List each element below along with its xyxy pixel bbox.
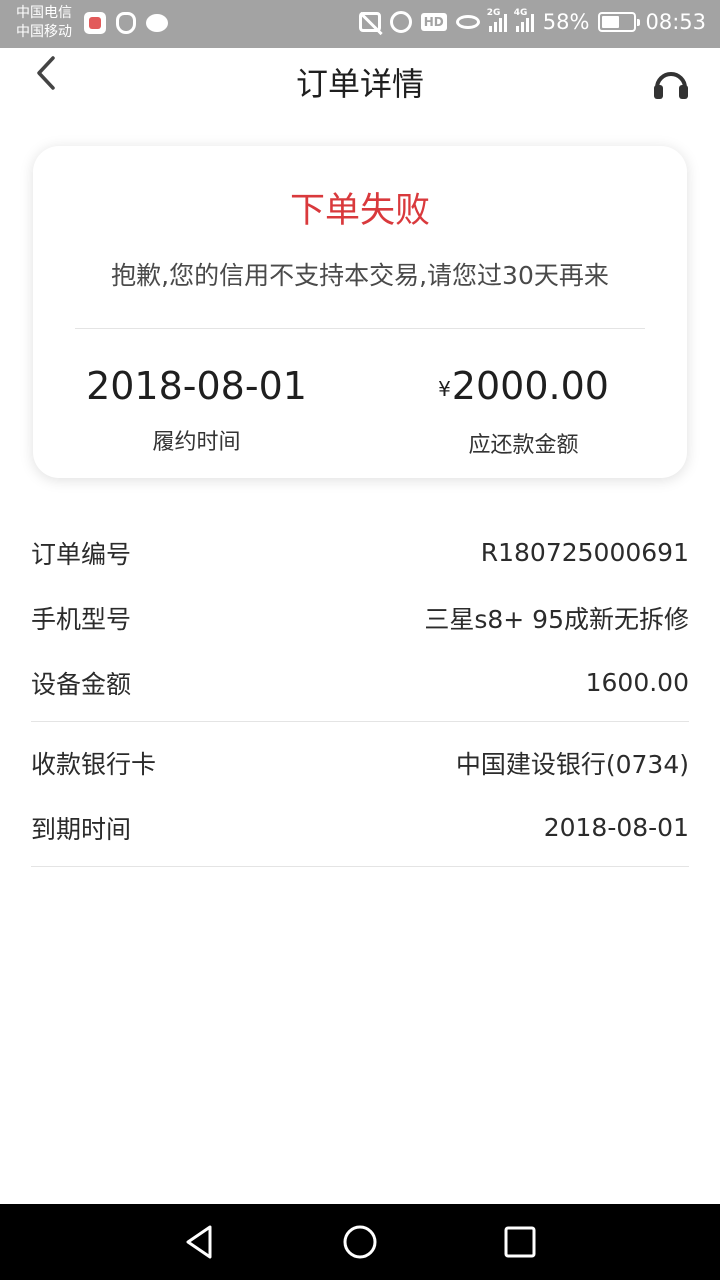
detail-row-due-date: 到期时间 2018-08-01 [31, 795, 689, 860]
currency-symbol: ¥ [438, 377, 451, 401]
headset-icon [654, 72, 688, 99]
divider [75, 328, 645, 329]
repayment-amount: ¥2000.00 [360, 364, 687, 411]
system-nav-bar [0, 1204, 720, 1280]
detail-row-bank-card: 收款银行卡 中国建设银行(0734) [31, 730, 689, 795]
result-message: 抱歉,您的信用不支持本交易,请您过30天再来 [111, 261, 609, 290]
battery-icon [598, 12, 641, 32]
detail-label: 设备金额 [31, 669, 132, 699]
clock: 08:53 [645, 10, 706, 34]
page-title: 订单详情 [295, 65, 424, 103]
hd-icon: HD [420, 13, 447, 31]
triangle-back-icon [186, 1225, 212, 1259]
payment-info-group: 收款银行卡 中国建设银行(0734) 到期时间 2018-08-01 [31, 730, 689, 860]
detail-value: 1600.00 [585, 668, 689, 697]
fulfillment-date-label: 履约时间 [152, 430, 241, 455]
status-bar: 中国电信 中国移动 HD 2G 4G 58% 08:53 [0, 0, 720, 48]
repayment-amount-label: 应还款金额 [468, 433, 579, 458]
notification-icons [84, 12, 168, 34]
detail-value: 2018-08-01 [543, 813, 689, 842]
order-info-group: 订单编号 R180725000691 手机型号 三星s8+ 95成新无拆修 设备… [31, 520, 689, 715]
app-badge-icon [84, 12, 106, 34]
customer-service-button[interactable] [652, 66, 690, 102]
detail-label: 订单编号 [31, 539, 132, 569]
fulfillment-date-stat: 2018-08-01 履约时间 [33, 364, 360, 456]
detail-value: R180725000691 [480, 538, 689, 567]
order-details: 订单编号 R180725000691 手机型号 三星s8+ 95成新无拆修 设备… [31, 520, 689, 875]
fulfillment-date-value: 2018-08-01 [86, 364, 307, 408]
detail-value: 中国建设银行(0734) [455, 749, 689, 779]
signal-icon: 2G [487, 8, 507, 32]
network-type-1: 2G [486, 8, 501, 18]
chat-icon [146, 14, 168, 32]
carrier-2: 中国移动 [16, 24, 72, 40]
system-icons: HD 2G 4G 58% 08:53 [358, 8, 706, 34]
nav-recents-button[interactable] [500, 1222, 540, 1262]
divider [31, 866, 689, 867]
alarm-icon [389, 11, 412, 33]
detail-label: 手机型号 [31, 604, 132, 634]
battery-percent: 58% [542, 10, 590, 34]
detail-row-device-amount: 设备金额 1600.00 [31, 650, 689, 715]
signal-icon: 4G [514, 8, 534, 32]
owl-icon [116, 12, 136, 34]
nav-back-button[interactable] [180, 1222, 220, 1262]
carrier-info: 中国电信 中国移动 [16, 4, 72, 42]
detail-label: 到期时间 [31, 814, 132, 844]
eye-icon [455, 15, 480, 29]
divider [31, 721, 689, 722]
mute-icon [358, 12, 381, 32]
detail-label: 收款银行卡 [31, 749, 157, 779]
repayment-amount-value: 2000.00 [451, 364, 609, 408]
network-type-2: 4G [513, 8, 528, 18]
square-recents-icon [504, 1226, 536, 1258]
app-header: 订单详情 [0, 48, 720, 112]
carrier-1: 中国电信 [16, 5, 72, 21]
result-title: 下单失败 [289, 191, 430, 231]
repayment-amount-stat: ¥2000.00 应还款金额 [360, 364, 687, 459]
nav-home-button[interactable] [340, 1222, 380, 1262]
circle-home-icon [343, 1225, 377, 1259]
detail-row-order-number: 订单编号 R180725000691 [31, 520, 689, 585]
order-result-card: 下单失败 抱歉,您的信用不支持本交易,请您过30天再来 2018-08-01 履… [33, 146, 687, 478]
detail-row-phone-model: 手机型号 三星s8+ 95成新无拆修 [31, 585, 689, 650]
detail-value: 三星s8+ 95成新无拆修 [424, 604, 689, 634]
